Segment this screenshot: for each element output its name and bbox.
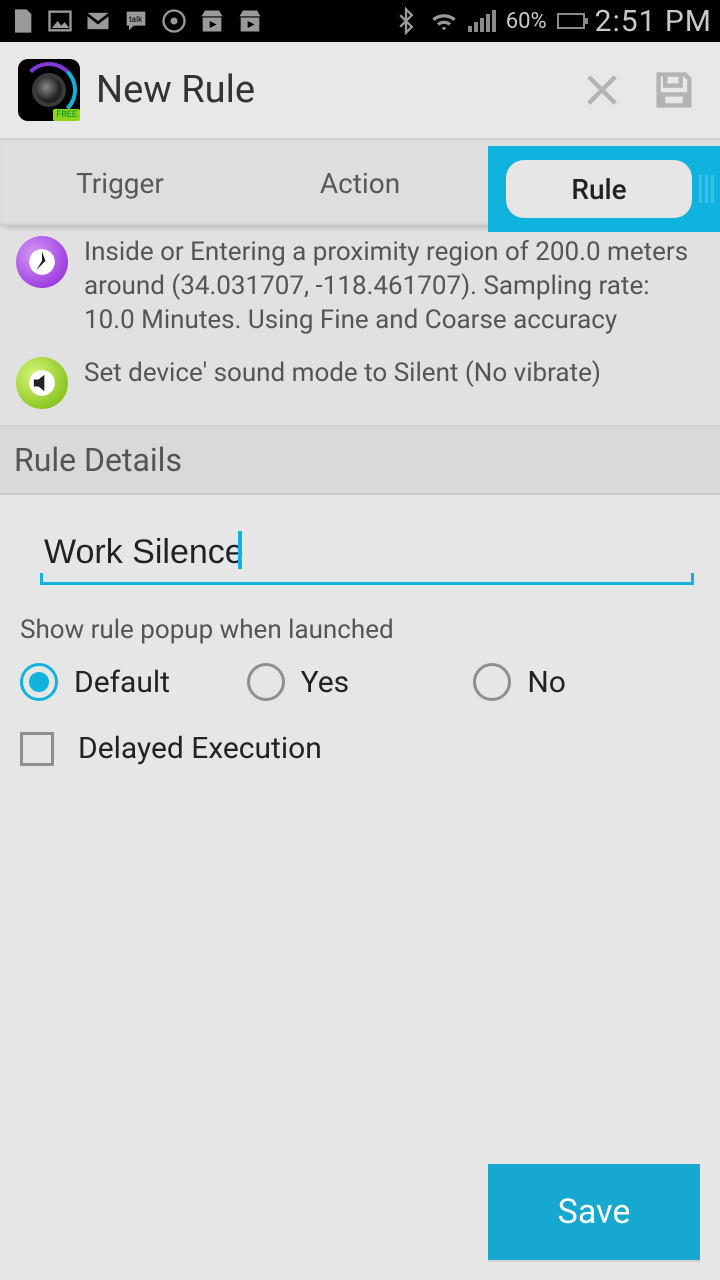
talk-icon: talk [122, 7, 150, 35]
rule-summary: Inside or Entering a proximity region of… [0, 226, 720, 427]
popup-radio-group: Default Yes No [20, 663, 700, 701]
tab-trigger[interactable]: Trigger [0, 140, 240, 226]
battery-percent: 60% [506, 9, 547, 34]
clock: 2:51 PM [595, 4, 712, 39]
svg-text:talk: talk [129, 14, 143, 24]
save-button-label: Save [558, 1192, 631, 1232]
app-icon: FREE [18, 59, 80, 121]
radio-option-default[interactable]: Default [20, 663, 247, 701]
sdcard-icon [8, 7, 36, 35]
image-icon [46, 7, 74, 35]
tab-label: Action [320, 167, 400, 200]
trigger-summary-row[interactable]: Inside or Entering a proximity region of… [0, 226, 720, 347]
radio-icon [20, 663, 58, 701]
tab-label: Rule [571, 173, 626, 206]
checkbox-label: Delayed Execution [78, 731, 322, 766]
action-summary-row[interactable]: Set device' sound mode to Silent (No vib… [0, 347, 720, 419]
status-bar: talk 60% 2:51 PM [0, 0, 720, 42]
radio-option-no[interactable]: No [473, 663, 700, 701]
rule-name-field[interactable] [40, 527, 694, 585]
disc-icon [160, 7, 188, 35]
radio-label: No [527, 665, 566, 700]
bluetooth-icon [392, 7, 420, 35]
page-title: New Rule [96, 68, 558, 112]
tab-action[interactable]: Action [240, 140, 480, 226]
close-icon [580, 68, 624, 112]
drag-handle-icon [699, 175, 714, 203]
wifi-icon [430, 7, 458, 35]
tab-label: Trigger [76, 167, 164, 200]
radio-option-yes[interactable]: Yes [247, 663, 474, 701]
speaker-icon [16, 357, 68, 409]
play-store-icon-2 [236, 7, 264, 35]
form-content: Show rule popup when launched Default Ye… [0, 495, 720, 1280]
mail-icon [84, 7, 112, 35]
location-pin-icon [16, 236, 68, 288]
tab-rule[interactable]: Rule [480, 140, 720, 226]
checkbox-icon [20, 732, 54, 766]
radio-label: Yes [301, 665, 349, 700]
trigger-summary-text: Inside or Entering a proximity region of… [84, 236, 704, 337]
action-summary-text: Set device' sound mode to Silent (No vib… [84, 357, 601, 391]
action-bar: FREE New Rule [0, 42, 720, 140]
save-button[interactable]: Save [488, 1164, 700, 1260]
tab-bar: Trigger Action Rule [0, 140, 720, 226]
delayed-execution-row[interactable]: Delayed Execution [20, 731, 700, 766]
radio-label: Default [74, 665, 170, 700]
play-store-icon [198, 7, 226, 35]
save-icon [652, 68, 696, 112]
text-cursor [238, 531, 242, 569]
popup-label: Show rule popup when launched [20, 615, 700, 645]
section-header-rule-details: Rule Details [0, 427, 720, 495]
cancel-button[interactable] [574, 62, 630, 118]
radio-icon [473, 663, 511, 701]
rule-name-input[interactable] [40, 527, 680, 582]
radio-icon [247, 663, 285, 701]
signal-icon [468, 10, 496, 32]
save-icon-button[interactable] [646, 62, 702, 118]
battery-icon [557, 13, 585, 29]
